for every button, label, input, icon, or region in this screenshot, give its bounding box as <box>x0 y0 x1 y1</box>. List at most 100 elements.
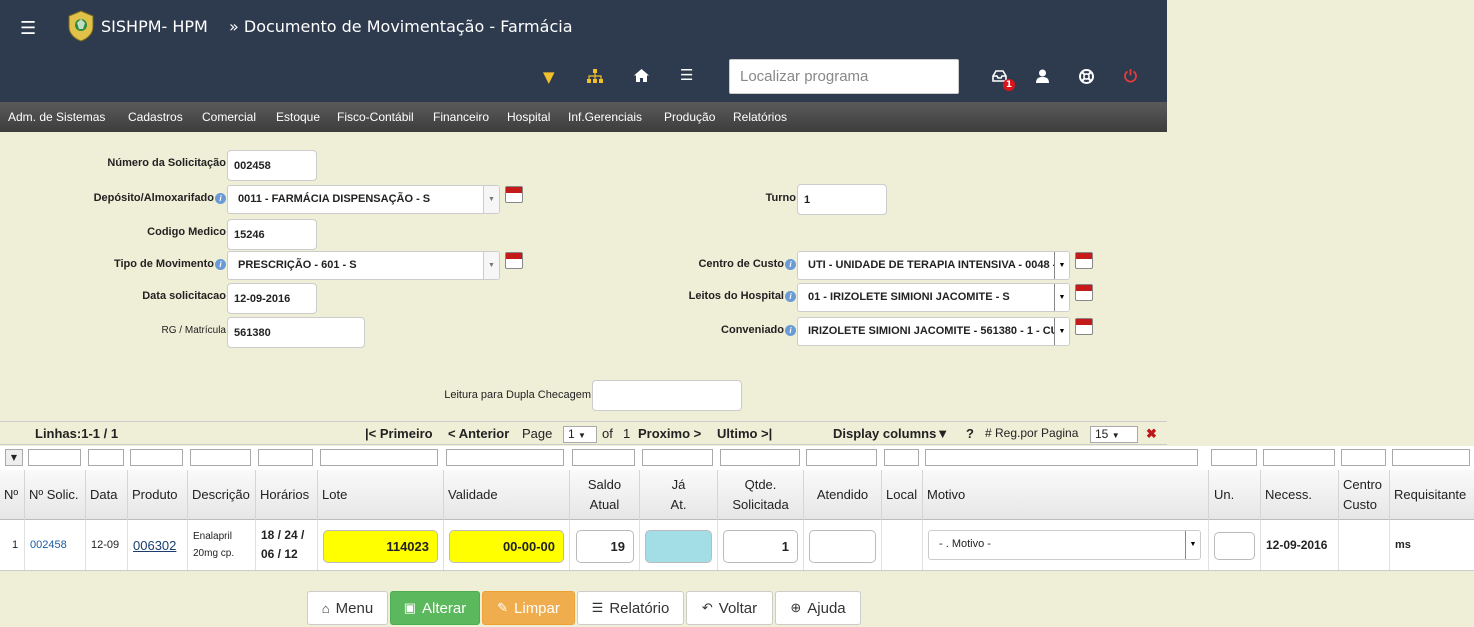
col-data[interactable]: Data <box>86 470 128 520</box>
filter-descricao[interactable] <box>190 449 251 466</box>
filter-horarios[interactable] <box>258 449 313 466</box>
calendar-icon[interactable] <box>1075 252 1093 269</box>
voltar-button[interactable]: ↶ Voltar <box>686 591 773 625</box>
filter-icon[interactable]: ▼ <box>543 68 555 86</box>
validade-input[interactable]: 00-00-00 <box>449 530 564 563</box>
info-icon[interactable]: i <box>215 258 226 270</box>
display-columns-button[interactable]: Display columns▼ <box>833 426 949 441</box>
calendar-icon[interactable] <box>1075 318 1093 335</box>
filter-saldo[interactable] <box>572 449 635 466</box>
menu-estoque[interactable]: Estoque <box>276 110 320 124</box>
chevron-down-icon[interactable]: ▼ <box>1054 318 1069 345</box>
col-atendido[interactable]: Atendido <box>804 470 882 520</box>
lifebuoy-icon[interactable] <box>1079 69 1094 84</box>
power-icon[interactable] <box>1123 68 1138 83</box>
saldo-input[interactable]: 19 <box>576 530 634 563</box>
col-validade[interactable]: Validade <box>444 470 570 520</box>
menu-inf-gerenciais[interactable]: Inf.Gerenciais <box>568 110 642 124</box>
filter-un[interactable] <box>1211 449 1257 466</box>
col-qtde[interactable]: Qtde. Solicitada <box>718 470 804 520</box>
filter-validade[interactable] <box>446 449 564 466</box>
menu-cadastros[interactable]: Cadastros <box>128 110 183 124</box>
list-icon[interactable]: ☰ <box>680 66 693 84</box>
filter-motivo[interactable] <box>925 449 1198 466</box>
centro-select[interactable]: UTI - UNIDADE DE TERAPIA INTENSIVA - 004… <box>797 251 1070 280</box>
search-input[interactable] <box>729 59 959 94</box>
sitemap-icon[interactable] <box>587 69 603 83</box>
chevron-down-icon[interactable]: ▼ <box>1185 531 1200 559</box>
info-icon[interactable]: i <box>215 192 226 204</box>
menu-fisco-contabil[interactable]: Fisco-Contábil <box>337 110 414 124</box>
menu-comercial[interactable]: Comercial <box>202 110 256 124</box>
lote-input[interactable]: 114023 <box>323 530 438 563</box>
info-icon[interactable]: i <box>785 290 796 302</box>
col-necess[interactable]: Necess. <box>1261 470 1339 520</box>
filter-atendido[interactable] <box>806 449 877 466</box>
user-icon[interactable] <box>1036 69 1049 83</box>
info-icon[interactable]: i <box>785 324 796 336</box>
cell-solic[interactable]: 002458 <box>25 520 86 570</box>
filter-solic[interactable] <box>28 449 81 466</box>
col-descricao[interactable]: Descrição <box>188 470 256 520</box>
un-input[interactable] <box>1214 532 1255 560</box>
filter-data[interactable] <box>88 449 124 466</box>
last-page-link[interactable]: Ultimo >| <box>717 426 772 441</box>
qtde-input[interactable]: 1 <box>723 530 798 563</box>
chevron-down-icon[interactable]: ▼ <box>1054 284 1069 311</box>
menu-financeiro[interactable]: Financeiro <box>433 110 489 124</box>
col-produto[interactable]: Produto <box>128 470 188 520</box>
conveniado-select[interactable]: IRIZOLETE SIMIONI JACOMITE - 561380 - 1 … <box>797 317 1070 346</box>
leitura-field[interactable] <box>592 380 742 411</box>
reg-select[interactable]: 15 ▼ <box>1090 426 1138 443</box>
col-centro[interactable]: Centro Custo <box>1339 470 1390 520</box>
menu-producao[interactable]: Produção <box>664 110 715 124</box>
col-requisitante[interactable]: Requisitante <box>1390 470 1474 520</box>
alterar-button[interactable]: ▣ Alterar <box>390 591 480 625</box>
chevron-down-icon[interactable]: ▼ <box>1054 252 1069 279</box>
calendar-icon[interactable] <box>1075 284 1093 301</box>
hamburger-menu-icon[interactable]: ☰ <box>20 18 36 39</box>
col-motivo[interactable]: Motivo <box>923 470 1209 520</box>
calendar-icon[interactable] <box>505 252 523 269</box>
col-local[interactable]: Local <box>882 470 923 520</box>
tipo-select[interactable]: PRESCRIÇÃO - 601 - S ▼ <box>227 251 500 280</box>
produto-link[interactable]: 006302 <box>133 538 176 553</box>
menu-relatorios[interactable]: Relatórios <box>733 110 787 124</box>
ja-input[interactable] <box>645 530 712 563</box>
filter-qtde[interactable] <box>720 449 800 466</box>
chevron-down-icon[interactable]: ▼ <box>483 252 499 279</box>
chevron-down-icon[interactable]: ▼ <box>483 186 499 213</box>
leitos-select[interactable]: 01 - IRIZOLETE SIMIONI JACOMITE - S ▼ <box>797 283 1070 312</box>
info-icon[interactable]: i <box>785 258 796 270</box>
menu-adm-sistemas[interactable]: Adm. de Sistemas <box>8 110 105 124</box>
column-picker-icon[interactable]: ▼ <box>5 449 23 466</box>
filter-centro[interactable] <box>1341 449 1386 466</box>
col-lote[interactable]: Lote <box>318 470 444 520</box>
calendar-icon[interactable] <box>505 186 523 203</box>
next-page-link[interactable]: Proximo > <box>638 426 701 441</box>
filter-produto[interactable] <box>130 449 183 466</box>
relatorio-button[interactable]: ☰ Relatório <box>577 591 684 625</box>
clear-filter-icon[interactable]: ✖ <box>1146 426 1157 442</box>
help-button[interactable]: ? <box>966 426 974 441</box>
codigo-field[interactable]: 15246 <box>227 219 317 250</box>
col-ja[interactable]: Já At. <box>640 470 718 520</box>
menu-button[interactable]: ⌂ Menu <box>307 591 388 625</box>
data-field[interactable]: 12-09-2016 <box>227 283 317 314</box>
col-n[interactable]: Nº <box>0 470 25 520</box>
limpar-button[interactable]: ✎ Limpar <box>482 591 575 625</box>
filter-ja[interactable] <box>642 449 713 466</box>
filter-local[interactable] <box>884 449 919 466</box>
filter-necess[interactable] <box>1263 449 1335 466</box>
home-icon[interactable] <box>634 69 649 82</box>
col-un[interactable]: Un. <box>1209 470 1261 520</box>
filter-lote[interactable] <box>320 449 438 466</box>
col-saldo[interactable]: Saldo Atual <box>570 470 640 520</box>
numero-field[interactable]: 002458 <box>227 150 317 181</box>
cell-produto[interactable]: 006302 <box>128 520 188 570</box>
deposito-select[interactable]: 0011 - FARMÁCIA DISPENSAÇÃO - S ▼ <box>227 185 500 214</box>
col-horarios[interactable]: Horários <box>256 470 318 520</box>
motivo-select[interactable]: - . Motivo - ▼ <box>928 530 1201 560</box>
rg-field[interactable]: 561380 <box>227 317 365 348</box>
atendido-input[interactable] <box>809 530 876 563</box>
